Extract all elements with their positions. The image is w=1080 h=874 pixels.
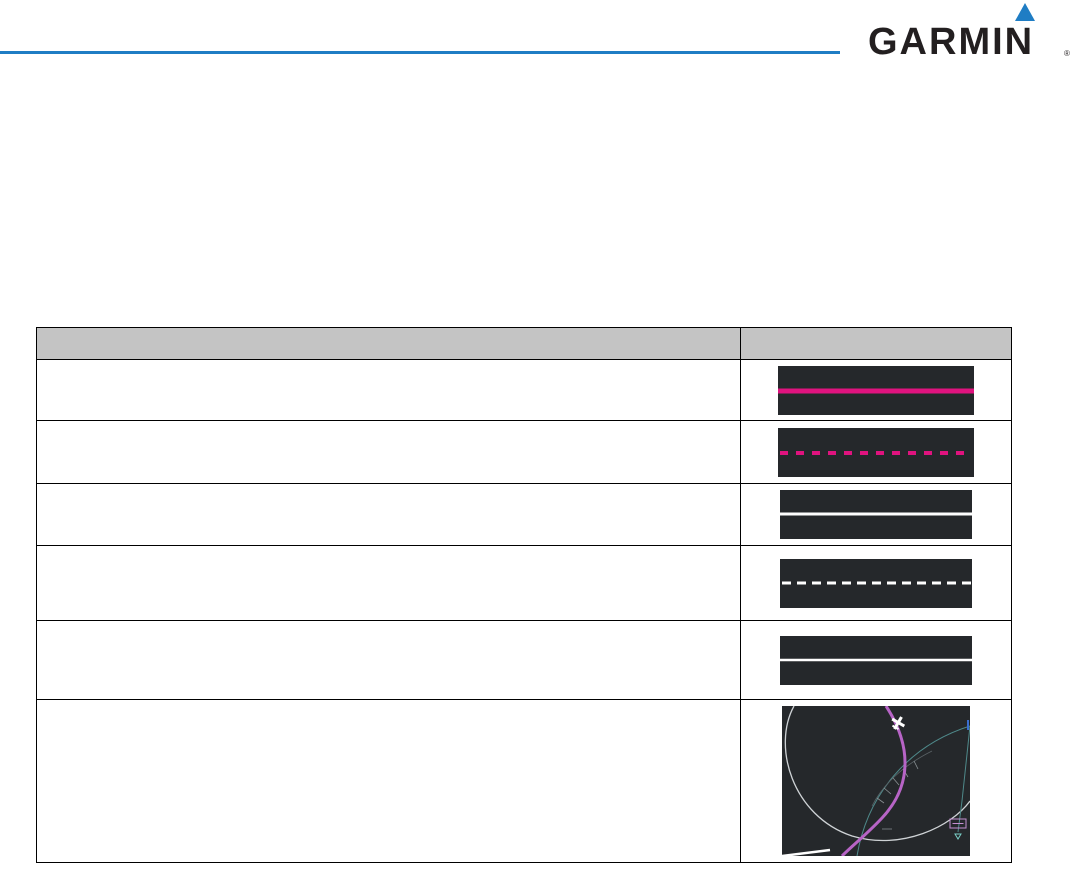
row-description — [36, 545, 741, 621]
brand-name: GARMIN — [868, 21, 1035, 63]
row-description — [36, 420, 741, 484]
symbols-table — [36, 327, 1013, 863]
map-arc-path-icon — [781, 706, 970, 856]
row-description — [36, 483, 741, 546]
table-row — [36, 359, 1013, 421]
row-description — [36, 359, 741, 421]
registered-mark: ® — [1064, 49, 1070, 58]
white-solid-line-thin-icon — [779, 635, 972, 685]
row-symbol-cell — [739, 620, 1013, 700]
magenta-dashed-line-icon — [777, 427, 974, 477]
logo-triangle-icon — [1015, 3, 1035, 21]
table-row — [36, 420, 1013, 484]
table-row — [36, 483, 1013, 546]
row-symbol-cell — [739, 359, 1013, 421]
table-row — [36, 545, 1013, 621]
white-dashed-line-icon — [779, 558, 972, 608]
white-solid-line-icon — [779, 490, 972, 539]
row-symbol-cell — [739, 483, 1013, 546]
magenta-solid-line-icon — [777, 365, 974, 415]
row-symbol-cell — [739, 420, 1013, 484]
garmin-logo: GARMIN ® — [868, 2, 1074, 62]
table-row — [36, 699, 1013, 863]
row-description — [36, 699, 741, 863]
table-row — [36, 620, 1013, 700]
header-description — [36, 327, 741, 360]
header-rule — [0, 51, 840, 54]
row-symbol-cell — [739, 699, 1013, 863]
row-description — [36, 620, 741, 700]
table-header-row — [36, 327, 1013, 360]
header-symbol — [739, 327, 1013, 360]
row-symbol-cell — [739, 545, 1013, 621]
